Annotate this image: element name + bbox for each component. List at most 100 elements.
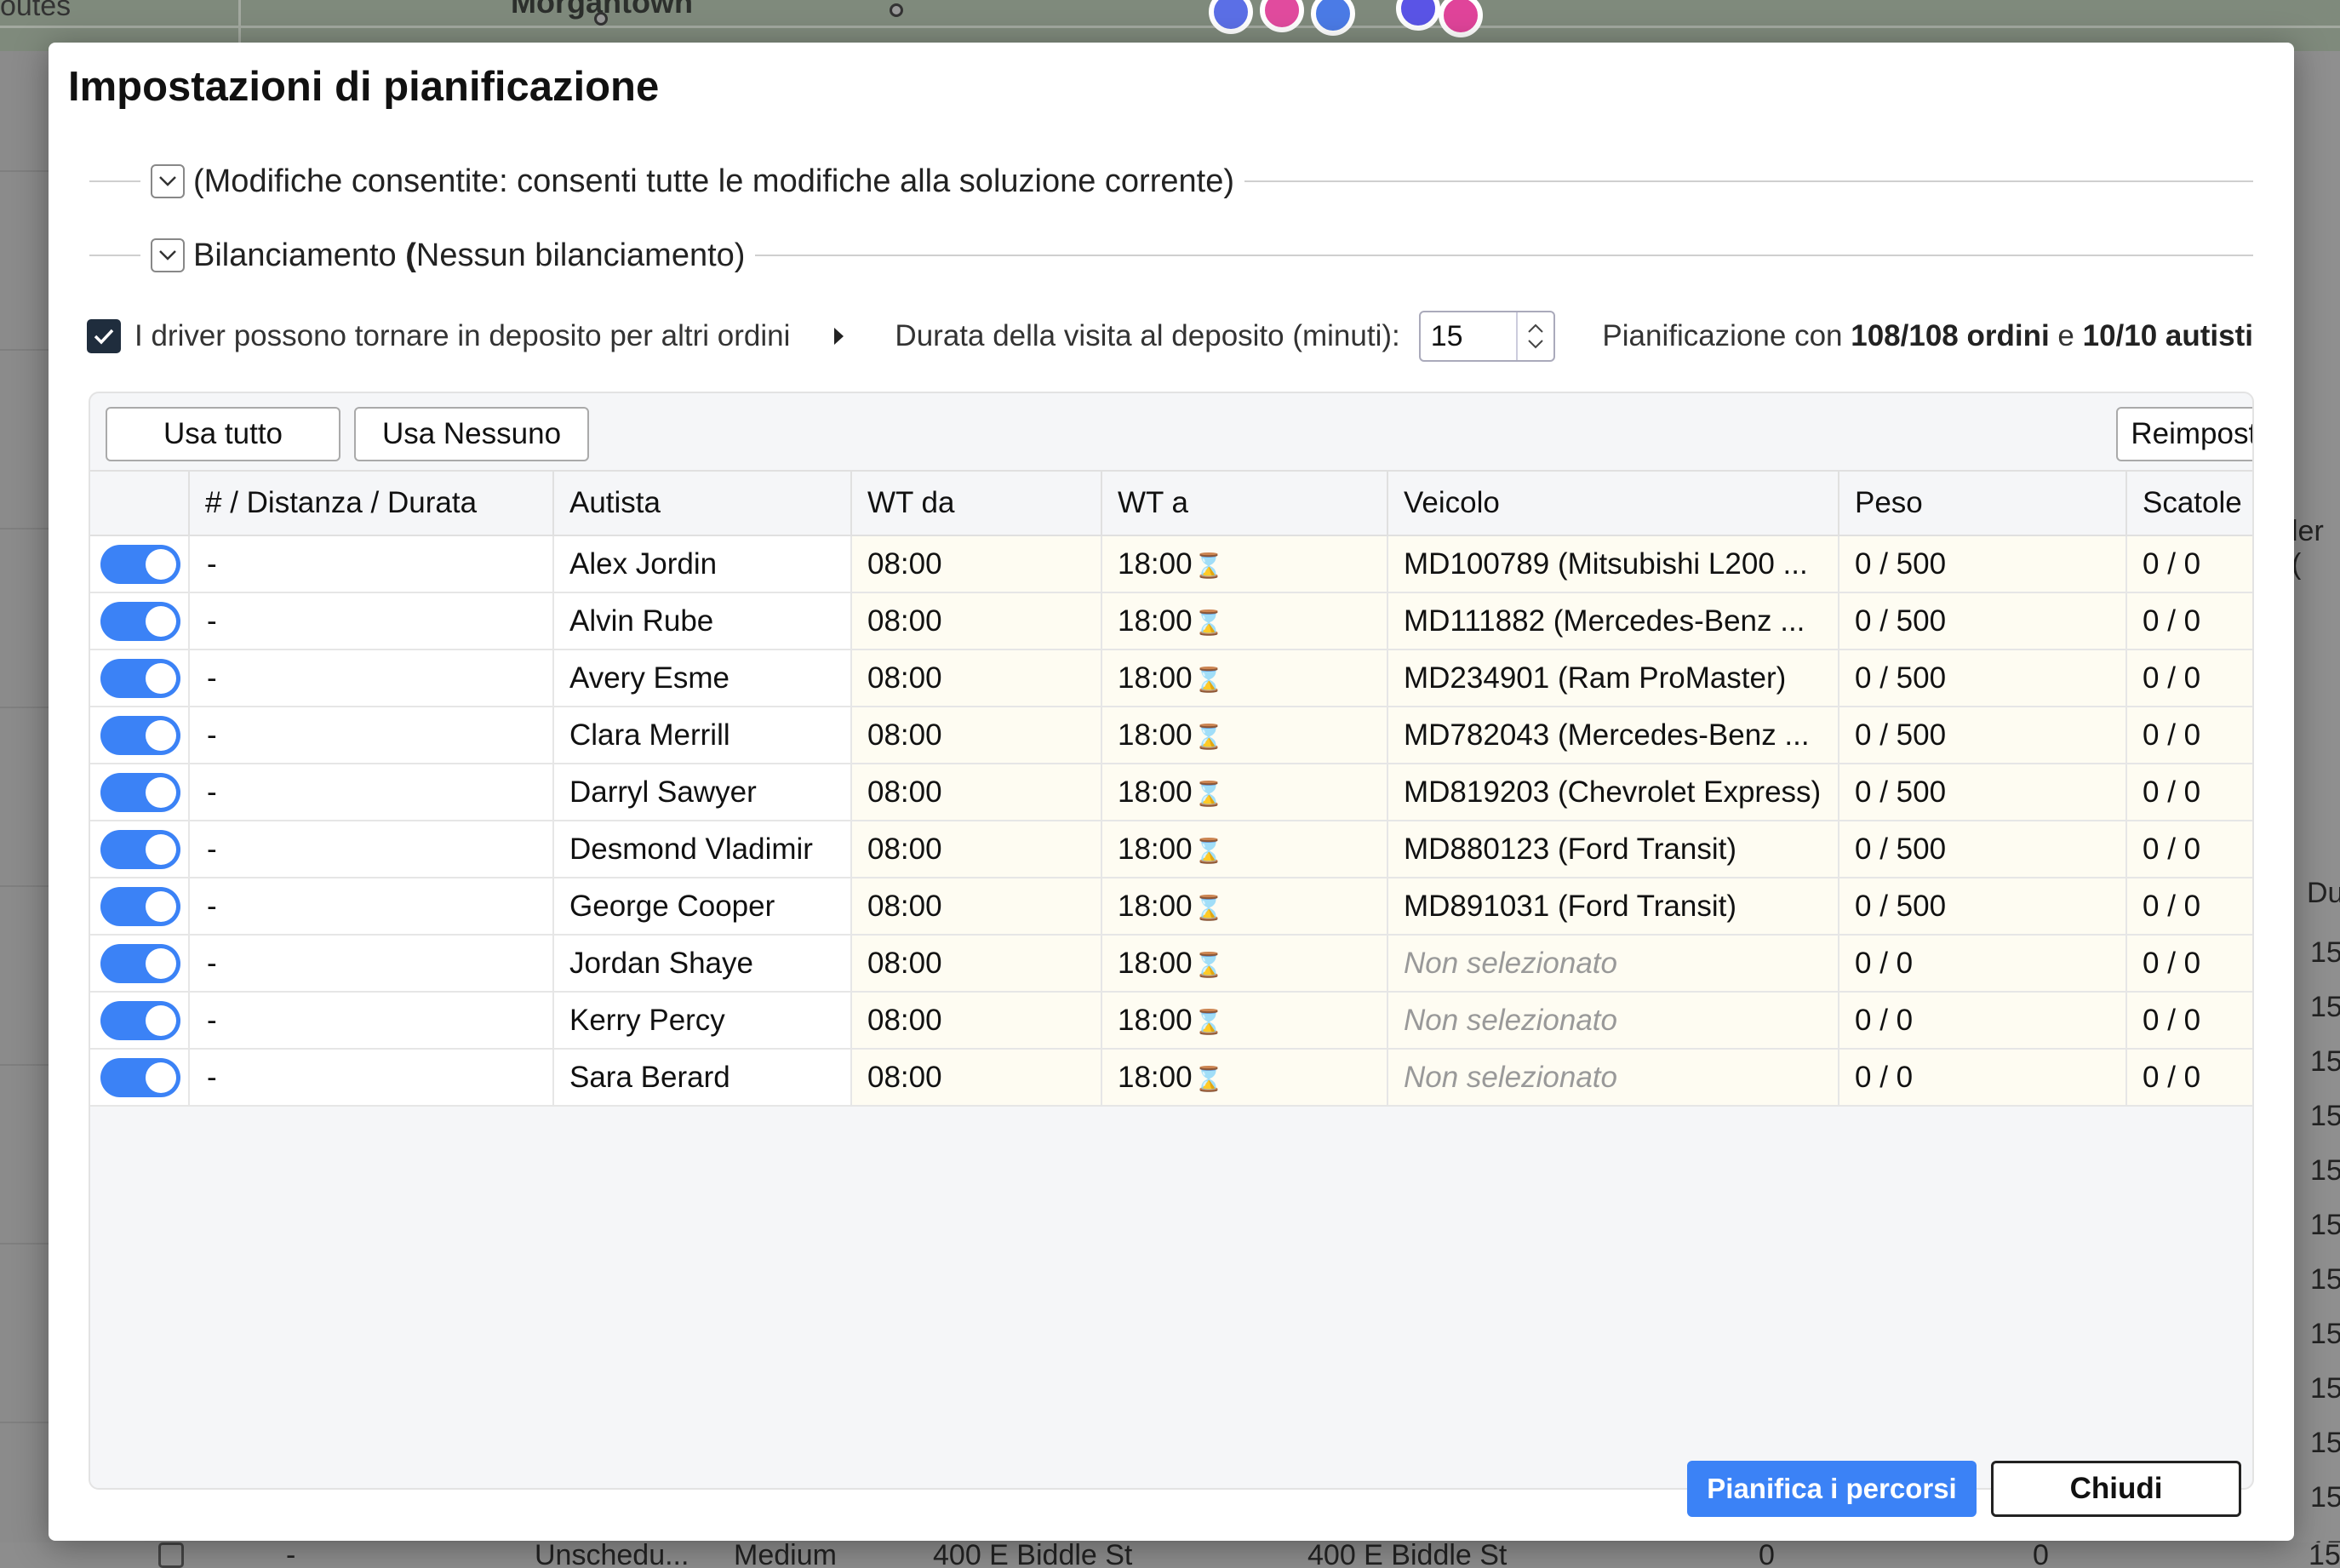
hourglass-icon: ⌛ <box>1193 837 1224 864</box>
wt-from-cell[interactable]: 08:00 <box>851 878 1102 936</box>
background-cell: 400 E Biddle St <box>1307 1539 1508 1568</box>
chevron-down-icon[interactable] <box>1527 339 1544 349</box>
column-header-wt-to[interactable]: WT a <box>1101 470 1388 536</box>
driver-enabled-toggle[interactable] <box>100 886 180 926</box>
wt-from-cell[interactable]: 08:00 <box>851 935 1102 993</box>
section-allowed-changes-label[interactable]: (Modifiche consentite: consenti tutte le… <box>193 163 1234 200</box>
column-header-weight[interactable]: Peso <box>1839 470 2127 536</box>
wt-from-cell[interactable]: 08:00 <box>851 592 1102 650</box>
summary-orders: 108/108 ordini <box>1851 319 2050 352</box>
driver-enabled-toggle[interactable] <box>100 772 180 812</box>
column-header-driver[interactable]: Autista <box>553 470 852 536</box>
caret-right-icon[interactable] <box>834 328 844 345</box>
driver-enabled-toggle[interactable] <box>100 1057 180 1097</box>
vehicle-cell[interactable]: MD100789 (Mitsubishi L200 ... <box>1387 535 1839 593</box>
driver-enabled-toggle[interactable] <box>100 943 180 983</box>
column-header-distance[interactable]: # / Distanza / Durata <box>189 470 554 536</box>
table-row[interactable]: - Avery Esme 08:00 18:00⌛ MD234901 (Ram ProM… <box>90 650 2252 707</box>
background-cell: 15 <box>2310 1481 2340 1514</box>
map-pin-icon <box>594 12 608 26</box>
drivers-toolbar: Usa tutto Usa Nessuno Reimposta <box>90 393 2252 470</box>
vehicle-cell[interactable]: Non selezionato <box>1387 1049 1839 1107</box>
reset-button[interactable]: Reimposta <box>2116 407 2252 461</box>
column-header-vehicle[interactable]: Veicolo <box>1387 470 1839 536</box>
toggle-knob <box>146 1062 176 1093</box>
distance-cell: - <box>189 821 554 878</box>
vehicle-cell[interactable]: Non selezionato <box>1387 935 1839 993</box>
wt-to-cell[interactable]: 18:00⌛ <box>1101 992 1388 1050</box>
driver-name-cell: Clara Merrill <box>553 707 852 764</box>
column-header-wt-from[interactable]: WT da <box>851 470 1102 536</box>
weight-cell: 0 / 500 <box>1839 592 2127 650</box>
plan-routes-button[interactable]: Pianifica i percorsi <box>1687 1461 1977 1517</box>
wt-to-value: 18:00 <box>1118 775 1193 809</box>
table-row[interactable]: - Kerry Percy 08:00 18:00⌛ Non selezionato 0 … <box>90 992 2252 1050</box>
vehicle-cell[interactable]: Non selezionato <box>1387 992 1839 1050</box>
toggle-knob <box>146 947 176 979</box>
section-balancing-label[interactable]: Bilanciamento (Nessun bilanciamento) <box>193 237 745 274</box>
table-row[interactable]: - Sara Berard 08:00 18:00⌛ Non selezionato 0 … <box>90 1049 2252 1107</box>
driver-enabled-toggle[interactable] <box>100 1000 180 1040</box>
wt-from-cell[interactable]: 08:00 <box>851 764 1102 821</box>
chevron-down-icon[interactable] <box>151 238 185 272</box>
close-button[interactable]: Chiudi <box>1991 1461 2241 1517</box>
background-cell: Medium <box>734 1539 837 1568</box>
background-cell: 15 <box>2310 936 2340 969</box>
vehicle-cell[interactable]: MD234901 (Ram ProMaster) <box>1387 650 1839 707</box>
depot-visit-duration-stepper[interactable]: 15 <box>1418 311 1555 362</box>
driver-enabled-toggle[interactable] <box>100 544 180 584</box>
wt-to-cell[interactable]: 18:00⌛ <box>1101 878 1388 936</box>
vehicle-cell[interactable]: MD819203 (Chevrolet Express) <box>1387 764 1839 821</box>
wt-to-cell[interactable]: 18:00⌛ <box>1101 592 1388 650</box>
section-balancing[interactable]: Bilanciamento (Nessun bilanciamento) <box>89 234 2253 277</box>
distance-cell: - <box>189 1049 554 1107</box>
wt-to-cell[interactable]: 18:00⌛ <box>1101 707 1388 764</box>
table-row[interactable]: - Desmond Vladimir 08:00 18:00⌛ MD880123 (Fo… <box>90 821 2252 878</box>
wt-from-cell[interactable]: 08:00 <box>851 535 1102 593</box>
use-all-button[interactable]: Usa tutto <box>106 407 340 461</box>
table-row[interactable]: - Darryl Sawyer 08:00 18:00⌛ MD819203 (Chevr… <box>90 764 2252 821</box>
depot-visit-duration-input[interactable]: 15 <box>1421 320 1516 353</box>
background-cell: 15 <box>2310 1154 2340 1187</box>
driver-enabled-toggle[interactable] <box>100 715 180 755</box>
wt-to-value: 18:00 <box>1118 1060 1193 1094</box>
wt-to-cell[interactable]: 18:00⌛ <box>1101 650 1388 707</box>
wt-to-cell[interactable]: 18:00⌛ <box>1101 821 1388 878</box>
wt-to-cell[interactable]: 18:00⌛ <box>1101 764 1388 821</box>
wt-from-cell[interactable]: 08:00 <box>851 821 1102 878</box>
vehicle-cell[interactable]: MD782043 (Mercedes-Benz ... <box>1387 707 1839 764</box>
table-row[interactable]: - Clara Merrill 08:00 18:00⌛ MD782043 (Merce… <box>90 707 2252 764</box>
wt-from-cell[interactable]: 08:00 <box>851 650 1102 707</box>
chevron-up-icon[interactable] <box>1527 323 1544 334</box>
driver-enabled-toggle[interactable] <box>100 658 180 698</box>
wt-from-cell[interactable]: 08:00 <box>851 992 1102 1050</box>
boxes-cell: 0 / 0 <box>2126 1049 2252 1107</box>
wt-to-cell[interactable]: 18:00⌛ <box>1101 935 1388 993</box>
table-row[interactable]: - Alvin Rube 08:00 18:00⌛ MD111882 (Mercedes… <box>90 592 2252 650</box>
hourglass-icon: ⌛ <box>1193 723 1224 750</box>
wt-from-cell[interactable]: 08:00 <box>851 707 1102 764</box>
table-row[interactable]: - George Cooper 08:00 18:00⌛ MD891031 (Ford … <box>90 878 2252 936</box>
background-cell: 0 <box>2033 1539 2049 1568</box>
driver-enabled-toggle-cell <box>90 821 190 878</box>
driver-enabled-toggle[interactable] <box>100 829 180 869</box>
wt-to-cell[interactable]: 18:00⌛ <box>1101 1049 1388 1107</box>
vehicle-cell[interactable]: MD891031 (Ford Transit) <box>1387 878 1839 936</box>
toggle-knob <box>146 548 176 580</box>
section-allowed-changes[interactable]: (Modifiche consentite: consenti tutte le… <box>89 160 2253 203</box>
vehicle-cell[interactable]: MD111882 (Mercedes-Benz ... <box>1387 592 1839 650</box>
return-to-depot-label[interactable]: I driver possono tornare in deposito per… <box>134 319 790 353</box>
column-header-boxes[interactable]: Scatole <box>2126 470 2252 536</box>
use-none-button[interactable]: Usa Nessuno <box>354 407 589 461</box>
wt-from-cell[interactable]: 08:00 <box>851 1049 1102 1107</box>
driver-enabled-toggle[interactable] <box>100 601 180 641</box>
boxes-cell: 0 / 0 <box>2126 707 2252 764</box>
chevron-down-icon[interactable] <box>151 164 185 198</box>
planning-summary: Pianificazione con 108/108 ordini e 10/1… <box>1602 319 2253 353</box>
return-to-depot-checkbox[interactable] <box>87 319 121 353</box>
table-row[interactable]: - Jordan Shaye 08:00 18:00⌛ Non selezionato 0… <box>90 935 2252 993</box>
wt-to-cell[interactable]: 18:00⌛ <box>1101 535 1388 593</box>
table-row[interactable]: - Alex Jordin 08:00 18:00⌛ MD100789 (Mitsubi… <box>90 535 2252 593</box>
summary-prefix: Pianificazione con <box>1602 319 1851 352</box>
vehicle-cell[interactable]: MD880123 (Ford Transit) <box>1387 821 1839 878</box>
